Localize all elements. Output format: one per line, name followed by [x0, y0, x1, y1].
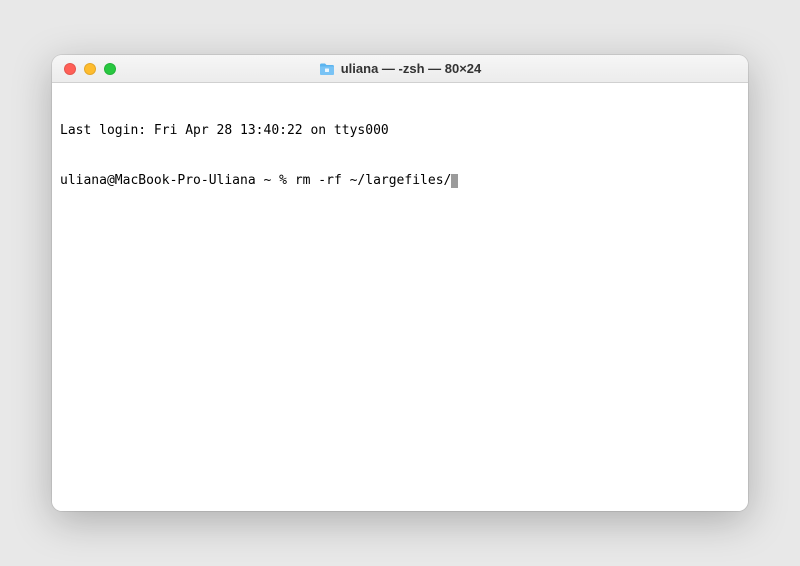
folder-icon: [319, 62, 335, 76]
window-titlebar[interactable]: uliana — -zsh — 80×24: [52, 55, 748, 83]
terminal-window: uliana — -zsh — 80×24 Last login: Fri Ap…: [52, 55, 748, 511]
cursor: [451, 174, 458, 188]
prompt-line: uliana@MacBook-Pro-Uliana ~ % rm -rf ~/l…: [60, 173, 740, 190]
maximize-button[interactable]: [104, 63, 116, 75]
window-title: uliana — -zsh — 80×24: [341, 61, 482, 76]
window-title-wrap: uliana — -zsh — 80×24: [319, 61, 482, 76]
close-button[interactable]: [64, 63, 76, 75]
last-login-line: Last login: Fri Apr 28 13:40:22 on ttys0…: [60, 123, 740, 140]
traffic-lights: [52, 63, 116, 75]
terminal-content[interactable]: Last login: Fri Apr 28 13:40:22 on ttys0…: [52, 83, 748, 511]
minimize-button[interactable]: [84, 63, 96, 75]
shell-prompt: uliana@MacBook-Pro-Uliana ~ %: [60, 173, 295, 188]
typed-command: rm -rf ~/largefiles/: [295, 173, 452, 188]
